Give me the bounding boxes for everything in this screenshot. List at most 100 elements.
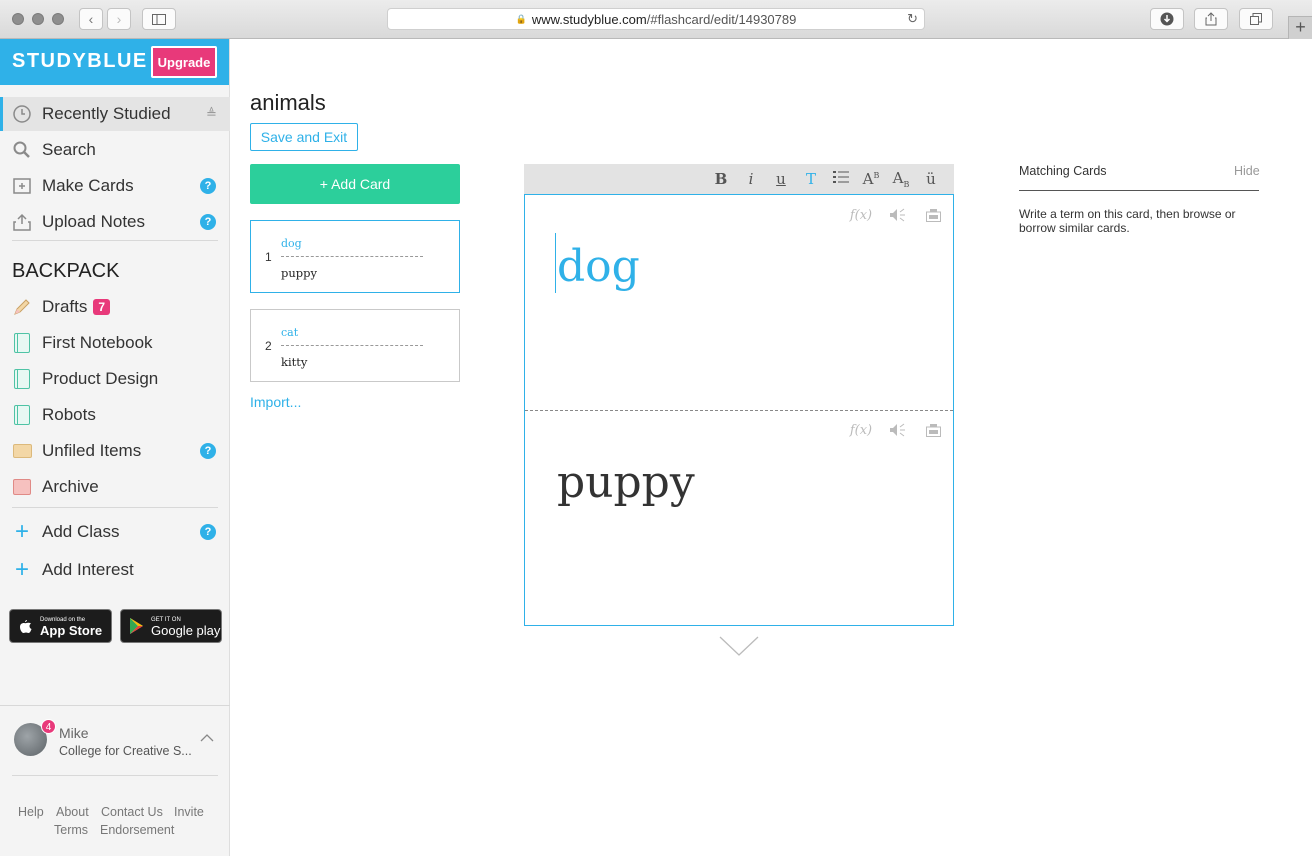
footer-help-link[interactable]: Help <box>18 805 44 819</box>
sidebar-toggle-button[interactable] <box>142 8 176 30</box>
matching-cards-title: Matching Cards <box>1019 164 1107 178</box>
text-style-button[interactable]: T <box>796 170 826 188</box>
nav-add-class[interactable]: + Add Class ? <box>0 515 230 549</box>
chevron-left-icon: ‹ <box>88 11 94 27</box>
nav-label: Add Class <box>42 522 120 541</box>
new-tab-button[interactable]: + <box>1288 16 1312 39</box>
notebook-icon <box>12 405 32 425</box>
drag-handle-icon[interactable]: ≜ <box>206 106 217 122</box>
nav-first-notebook[interactable]: First Notebook <box>0 326 230 360</box>
nav-label: Recently Studied <box>42 104 171 123</box>
nav-add-interest[interactable]: + Add Interest <box>0 553 230 587</box>
card-divider <box>281 256 423 257</box>
apple-icon <box>20 620 32 633</box>
back-button[interactable]: ‹ <box>79 8 103 30</box>
nav-recently-studied[interactable]: Recently Studied ≜ <box>0 97 230 131</box>
user-profile[interactable]: 4 Mike College for Creative S... <box>14 719 224 763</box>
googleplay-big-text: Google play <box>151 622 221 638</box>
footer-endorsement-link[interactable]: Endorsement <box>100 823 174 837</box>
divider <box>12 775 218 776</box>
address-bar[interactable]: 🔒 www.studyblue.com/#flashcard/edit/1493… <box>387 8 925 30</box>
downloads-button[interactable] <box>1150 8 1184 30</box>
hide-matching-button[interactable]: Hide <box>1234 164 1260 178</box>
matching-cards-hint: Write a term on this card, then browse o… <box>1019 207 1236 235</box>
app-store-badge[interactable]: Download on the App Store <box>9 609 112 643</box>
close-window-button[interactable] <box>12 13 24 25</box>
tabs-overview-button[interactable] <box>1239 8 1273 30</box>
footer-terms-link[interactable]: Terms <box>54 823 88 837</box>
google-play-badge[interactable]: GET IT ON Google play <box>120 609 222 643</box>
camera-icon[interactable] <box>921 208 945 226</box>
play-icon <box>130 618 143 634</box>
audio-icon[interactable] <box>885 423 909 441</box>
add-card-icon <box>12 176 32 196</box>
audio-icon[interactable] <box>885 208 909 226</box>
zoom-window-button[interactable] <box>52 13 64 25</box>
help-icon[interactable]: ? <box>200 214 216 230</box>
card-thumbnail[interactable]: 2 cat kitty <box>250 309 460 382</box>
formula-button[interactable]: f(x) <box>849 208 873 226</box>
card-back-input[interactable]: puppy <box>557 457 695 508</box>
camera-icon[interactable] <box>921 423 945 441</box>
minimize-window-button[interactable] <box>32 13 44 25</box>
upload-icon <box>12 212 32 232</box>
nav-make-cards[interactable]: Make Cards ? <box>0 169 230 203</box>
help-icon[interactable]: ? <box>200 443 216 459</box>
help-icon[interactable]: ? <box>200 524 216 540</box>
nav-robots[interactable]: Robots <box>0 398 230 432</box>
card-definition: puppy <box>281 266 317 280</box>
notification-badge: 4 <box>41 719 56 734</box>
upgrade-button[interactable]: Upgrade <box>151 46 217 78</box>
bold-button[interactable]: B <box>706 170 736 188</box>
nav-upload-notes[interactable]: Upload Notes ? <box>0 205 230 239</box>
card-number: 1 <box>265 250 272 264</box>
nav-label: Archive <box>42 477 99 496</box>
divider <box>0 705 230 706</box>
plus-icon: + <box>14 556 29 583</box>
card-term: cat <box>281 326 299 339</box>
url-host: www.studyblue.com <box>531 11 647 27</box>
nav-label: Drafts <box>42 297 88 316</box>
superscript-button[interactable]: AB <box>856 170 886 188</box>
nav-unfiled-items[interactable]: Unfiled Items ? <box>0 434 230 468</box>
nav-archive[interactable]: Archive <box>0 470 230 504</box>
back-media-tools: f(x) <box>849 423 945 441</box>
format-toolbar: B i u T AB AB ü <box>524 164 954 194</box>
footer-invite-link[interactable]: Invite <box>174 805 204 819</box>
search-icon <box>12 140 32 160</box>
deck-title[interactable]: animals <box>250 90 326 116</box>
save-and-exit-button[interactable]: Save and Exit <box>250 123 358 151</box>
chevron-up-icon[interactable] <box>200 729 214 745</box>
subscript-button[interactable]: AB <box>886 169 916 189</box>
folder-icon <box>12 441 32 461</box>
list-button[interactable] <box>826 170 856 188</box>
nav-drafts[interactable]: Drafts 7 <box>0 290 230 324</box>
nav-product-design[interactable]: Product Design <box>0 362 230 396</box>
help-icon[interactable]: ? <box>200 178 216 194</box>
user-school: College for Creative S... <box>59 744 192 758</box>
card-front-input[interactable]: dog <box>557 241 640 292</box>
backpack-title: BACKPACK <box>12 260 120 282</box>
plus-icon: + <box>14 518 29 545</box>
card-editor: f(x) dog f(x) puppy <box>524 194 954 626</box>
chevron-down-icon[interactable] <box>719 636 759 656</box>
footer-contact-link[interactable]: Contact Us <box>101 805 163 819</box>
footer-about-link[interactable]: About <box>56 805 89 819</box>
special-characters-button[interactable]: ü <box>916 170 946 188</box>
nav-search[interactable]: Search <box>0 133 230 167</box>
underline-button[interactable]: u <box>766 170 796 188</box>
tabs-icon <box>1250 13 1262 25</box>
studyblue-logo[interactable]: STUDYBLUE <box>12 50 148 73</box>
italic-button[interactable]: i <box>736 170 766 188</box>
import-link[interactable]: Import... <box>250 394 301 410</box>
card-thumbnail[interactable]: 1 dog puppy <box>250 220 460 293</box>
user-name: Mike <box>59 725 89 741</box>
brand-bar: STUDYBLUE Upgrade <box>0 39 229 85</box>
formula-button[interactable]: f(x) <box>849 423 873 441</box>
share-button[interactable] <box>1194 8 1228 30</box>
card-term: dog <box>281 237 302 250</box>
reload-icon[interactable]: ↻ <box>907 11 918 27</box>
forward-button[interactable]: › <box>107 8 131 30</box>
lock-icon: 🔒 <box>515 13 527 24</box>
add-card-button[interactable]: + Add Card <box>250 164 460 204</box>
